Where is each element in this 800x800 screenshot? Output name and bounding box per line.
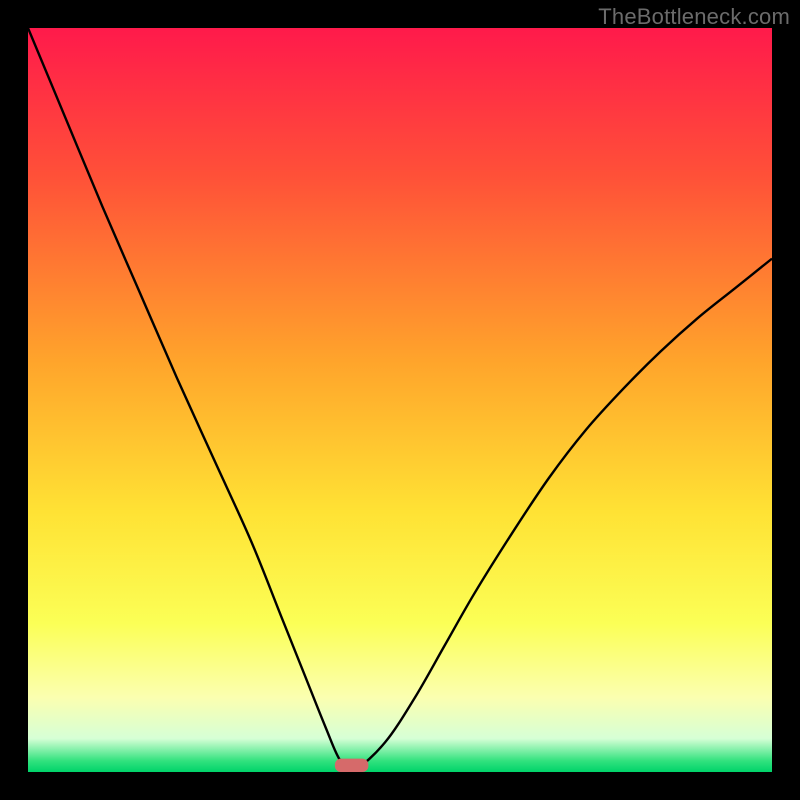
bottleneck-chart <box>28 28 772 772</box>
watermark-text: TheBottleneck.com <box>598 4 790 30</box>
gradient-background <box>28 28 772 772</box>
chart-frame <box>28 28 772 772</box>
optimal-marker <box>335 759 368 772</box>
